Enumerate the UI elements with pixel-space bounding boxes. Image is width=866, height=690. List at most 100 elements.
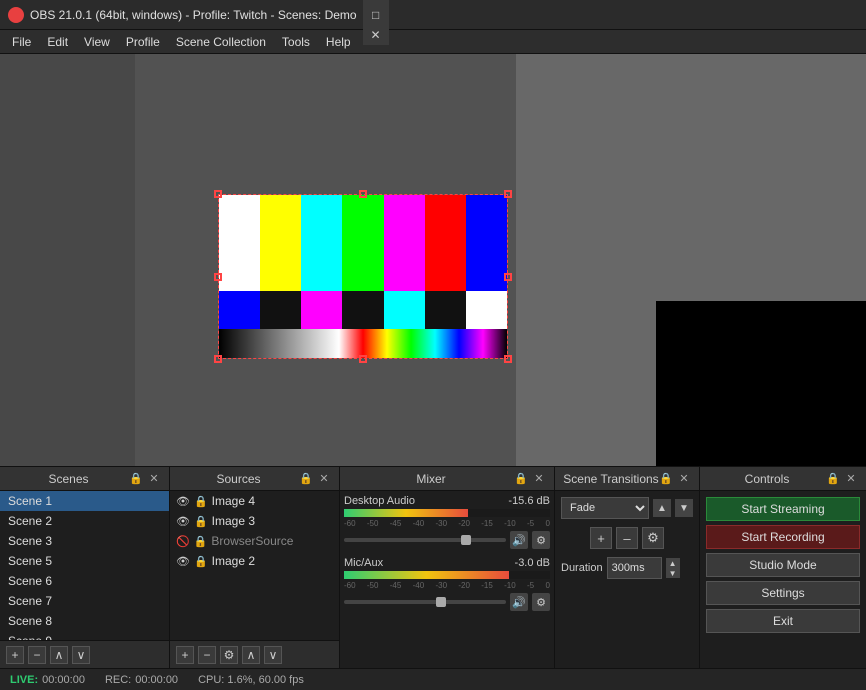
mixer-fader-mic[interactable] bbox=[344, 600, 506, 604]
duration-input[interactable] bbox=[607, 557, 662, 579]
close-button[interactable]: ✕ bbox=[363, 25, 389, 45]
mixer-content: Desktop Audio -15.6 dB -60-50-45-40-30-2… bbox=[340, 491, 554, 668]
mixer-mute-button-desktop[interactable]: 🔊 bbox=[510, 531, 528, 549]
transition-icons-row: + – ⚙ bbox=[561, 527, 693, 549]
scenes-lock-icon[interactable]: 🔒 bbox=[129, 472, 143, 486]
transition-add-button[interactable]: + bbox=[590, 527, 612, 549]
color-bar-cyan bbox=[301, 195, 342, 291]
transitions-header-icons: 🔒 ✕ bbox=[659, 472, 691, 486]
mixer-lock-icon[interactable]: 🔒 bbox=[514, 472, 528, 486]
menu-help[interactable]: Help bbox=[318, 33, 359, 51]
live-time: 00:00:00 bbox=[42, 674, 85, 686]
source-item[interactable]: 👁 🔒 Image 3 bbox=[170, 511, 339, 531]
scene-item[interactable]: Scene 3 bbox=[0, 531, 169, 551]
source-item[interactable]: 👁 🔒 Image 4 bbox=[170, 491, 339, 511]
scene-item[interactable]: Scene 6 bbox=[0, 571, 169, 591]
sources-remove-button[interactable]: − bbox=[198, 646, 216, 664]
sources-settings-button[interactable]: ⚙ bbox=[220, 646, 238, 664]
lock-icon[interactable]: 🔒 bbox=[194, 495, 208, 508]
transition-settings-button[interactable]: ⚙ bbox=[642, 527, 664, 549]
scenes-panel-title: Scenes bbox=[8, 472, 129, 486]
transitions-close-icon[interactable]: ✕ bbox=[677, 472, 691, 486]
transition-remove-button[interactable]: – bbox=[616, 527, 638, 549]
color-bars bbox=[218, 194, 508, 359]
mixer-channel-label-desktop: Desktop Audio -15.6 dB bbox=[344, 495, 550, 507]
mixer-fader-thumb-mic[interactable] bbox=[436, 597, 446, 607]
menu-edit[interactable]: Edit bbox=[39, 33, 76, 51]
mixer-meter-bg-desktop bbox=[344, 509, 550, 517]
menu-profile[interactable]: Profile bbox=[118, 33, 168, 51]
start-streaming-button[interactable]: Start Streaming bbox=[706, 497, 860, 521]
controls-panel-title: Controls bbox=[708, 472, 826, 486]
eye-icon[interactable]: 👁 bbox=[176, 515, 190, 528]
scenes-footer: + − ∧ ∨ bbox=[0, 640, 169, 668]
mixer-settings-button-desktop[interactable]: ⚙ bbox=[532, 531, 550, 549]
duration-up-button[interactable]: ▲ bbox=[666, 558, 680, 568]
eye-icon[interactable]: 👁 bbox=[176, 555, 190, 568]
mixer-meter-fill-mic bbox=[344, 571, 509, 579]
exit-button[interactable]: Exit bbox=[706, 609, 860, 633]
controls-header-icons: 🔒 ✕ bbox=[826, 472, 858, 486]
menu-tools[interactable]: Tools bbox=[274, 33, 318, 51]
duration-down-button[interactable]: ▼ bbox=[666, 568, 680, 578]
scenes-remove-button[interactable]: − bbox=[28, 646, 46, 664]
transition-type-select[interactable]: Fade Cut Swipe Slide bbox=[561, 497, 649, 519]
preview-bg-left bbox=[0, 54, 135, 466]
scene-item[interactable]: Scene 8 bbox=[0, 611, 169, 631]
lock-icon[interactable]: 🔒 bbox=[194, 535, 208, 548]
scene-item[interactable]: Scene 9 bbox=[0, 631, 169, 640]
transitions-panel-header: Scene Transitions 🔒 ✕ bbox=[555, 467, 699, 491]
mixer-fader-thumb-desktop[interactable] bbox=[461, 535, 471, 545]
title-bar: OBS 21.0.1 (64bit, windows) - Profile: T… bbox=[0, 0, 866, 30]
menu-view[interactable]: View bbox=[76, 33, 118, 51]
source-label: Image 4 bbox=[212, 494, 255, 508]
settings-button[interactable]: Settings bbox=[706, 581, 860, 605]
transitions-lock-icon[interactable]: 🔒 bbox=[659, 472, 673, 486]
mixer-channel-label-mic: Mic/Aux -3.0 dB bbox=[344, 557, 550, 569]
eye-slash-icon[interactable]: 🚫 bbox=[176, 535, 190, 548]
bottom-panels: Scenes 🔒 ✕ Scene 1 Scene 2 Scene 3 Scene… bbox=[0, 466, 866, 668]
scenes-close-icon[interactable]: ✕ bbox=[147, 472, 161, 486]
mixer-close-icon[interactable]: ✕ bbox=[532, 472, 546, 486]
live-label: LIVE: bbox=[10, 674, 38, 686]
transition-down-button[interactable]: ▼ bbox=[675, 499, 693, 517]
scenes-add-button[interactable]: + bbox=[6, 646, 24, 664]
sources-add-button[interactable]: + bbox=[176, 646, 194, 664]
start-recording-button[interactable]: Start Recording bbox=[706, 525, 860, 549]
controls-close-icon[interactable]: ✕ bbox=[844, 472, 858, 486]
cpu-label: CPU: 1.6%, 60.00 fps bbox=[198, 674, 304, 686]
studio-mode-button[interactable]: Studio Mode bbox=[706, 553, 860, 577]
sources-down-button[interactable]: ∨ bbox=[264, 646, 282, 664]
controls-lock-icon[interactable]: 🔒 bbox=[826, 472, 840, 486]
color-bar-green bbox=[342, 195, 383, 291]
lock-icon[interactable]: 🔒 bbox=[194, 555, 208, 568]
scenes-up-button[interactable]: ∧ bbox=[50, 646, 68, 664]
mixer-fader-desktop[interactable] bbox=[344, 538, 506, 542]
mixer-channel-name: Mic/Aux bbox=[344, 557, 383, 569]
source-label: BrowserSource bbox=[211, 534, 293, 548]
eye-icon[interactable]: 👁 bbox=[176, 495, 190, 508]
source-label: Image 3 bbox=[212, 514, 255, 528]
scene-item[interactable]: Scene 5 bbox=[0, 551, 169, 571]
rec-label: REC: bbox=[105, 674, 131, 686]
scene-item[interactable]: Scene 7 bbox=[0, 591, 169, 611]
color-bars-top bbox=[219, 195, 507, 291]
scene-item[interactable]: Scene 1 bbox=[0, 491, 169, 511]
lock-icon[interactable]: 🔒 bbox=[194, 515, 208, 528]
source-item[interactable]: 👁 🔒 Image 2 bbox=[170, 551, 339, 571]
mixer-mute-button-mic[interactable]: 🔊 bbox=[510, 593, 528, 611]
preview-black-br bbox=[656, 301, 866, 466]
mixer-settings-button-mic[interactable]: ⚙ bbox=[532, 593, 550, 611]
sources-close-icon[interactable]: ✕ bbox=[317, 472, 331, 486]
menu-scene-collection[interactable]: Scene Collection bbox=[168, 33, 274, 51]
transition-up-button[interactable]: ▲ bbox=[653, 499, 671, 517]
title-bar-controls: ─ □ ✕ bbox=[363, 0, 389, 45]
scene-item[interactable]: Scene 2 bbox=[0, 511, 169, 531]
sources-up-button[interactable]: ∧ bbox=[242, 646, 260, 664]
maximize-button[interactable]: □ bbox=[363, 5, 389, 25]
sources-lock-icon[interactable]: 🔒 bbox=[299, 472, 313, 486]
menu-file[interactable]: File bbox=[4, 33, 39, 51]
mixer-scale: -60-50-45-40-30-20-15-10-50 bbox=[344, 519, 550, 528]
scenes-down-button[interactable]: ∨ bbox=[72, 646, 90, 664]
source-item[interactable]: 🚫 🔒 BrowserSource bbox=[170, 531, 339, 551]
